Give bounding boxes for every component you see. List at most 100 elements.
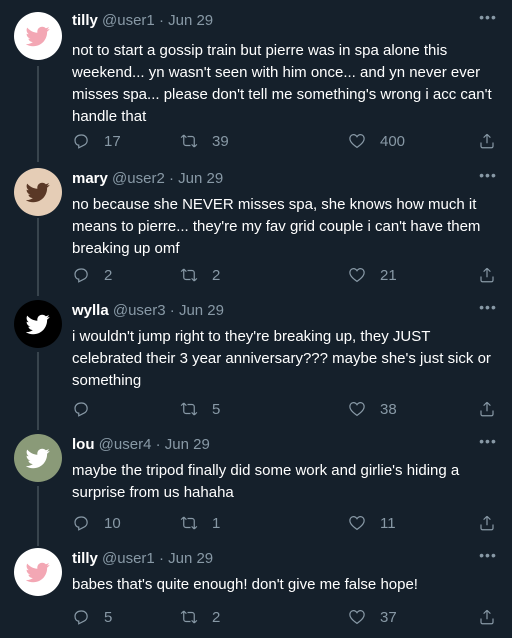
share-icon [480,133,494,149]
separator: · [168,170,174,187]
avatar[interactable] [14,12,62,60]
user-handle[interactable]: @user2 [112,170,165,187]
reply-button[interactable]: 5 [72,606,112,628]
like-count: 37 [380,608,397,626]
retweet-count: 5 [212,400,221,418]
bird-icon [26,26,50,47]
user-handle[interactable]: @user3 [113,302,166,319]
tweet-text: i wouldn't jump right to they're breakin… [72,328,491,389]
tweet-actions: 5 2 37 [72,606,504,628]
tweet-actions: 17 39 400 [72,130,504,152]
tweet-date[interactable]: Jun 29 [165,436,210,453]
reply-count: 5 [104,608,113,626]
retweet-count: 2 [212,608,221,626]
reply-button[interactable]: 17 [72,130,121,152]
avatar[interactable] [14,548,62,596]
reply-icon [74,610,88,625]
avatar[interactable] [14,434,62,482]
reply-button[interactable]: 2 [72,264,112,286]
tweet[interactable]: tilly @user1 · Jun 29 ••• not to start a… [0,0,512,162]
retweet-button[interactable]: 2 [180,264,220,286]
like-button[interactable]: 21 [348,264,397,286]
reply-icon [74,134,88,149]
tweet-actions: 5 38 [72,398,504,420]
tweet-header: lou @user4 · Jun 29 [72,435,210,455]
reply-icon [74,268,88,283]
tweet[interactable]: tilly @user1 · Jun 29 ••• babes that's q… [0,542,512,638]
display-name[interactable]: tilly [72,550,98,567]
user-handle[interactable]: @user1 [102,550,155,567]
reply-button[interactable]: 10 [72,512,121,534]
retweet-button[interactable]: 2 [180,606,220,628]
tweet-actions: 2 2 21 [72,264,504,286]
retweet-button[interactable]: 1 [180,512,220,534]
like-count: 11 [380,514,396,532]
more-options-icon[interactable]: ••• [478,548,498,570]
bird-icon [26,182,50,203]
tweet-header: tilly @user1 · Jun 29 [72,11,213,31]
retweet-icon [180,610,198,624]
tweet-date[interactable]: Jun 29 [178,170,223,187]
reply-count: 2 [104,266,113,284]
tweet-text: maybe the tripod finally did some work a… [72,462,460,501]
more-options-icon[interactable]: ••• [478,300,498,322]
bird-icon [26,314,50,335]
tweet-text: not to start a gossip train but pierre w… [72,42,492,125]
tweet[interactable]: mary @user2 · Jun 29 ••• no because she … [0,160,512,292]
avatar[interactable] [14,168,62,216]
share-icon [480,609,494,625]
more-options-icon[interactable]: ••• [478,168,498,190]
share-button[interactable] [478,606,496,628]
reply-icon [74,516,88,531]
tweet-date[interactable]: Jun 29 [179,302,224,319]
retweet-icon [180,516,198,530]
more-options-icon[interactable]: ••• [478,434,498,456]
bird-icon [26,448,50,469]
share-button[interactable] [478,130,496,152]
heart-icon [349,516,365,531]
separator: · [158,12,164,29]
heart-icon [349,610,365,625]
tweet-header: wylla @user3 · Jun 29 [72,301,224,321]
display-name[interactable]: wylla [72,302,109,319]
share-icon [480,401,494,417]
like-button[interactable]: 37 [348,606,397,628]
tweet[interactable]: lou @user4 · Jun 29 ••• maybe the tripod… [0,428,512,540]
retweet-button[interactable]: 39 [180,130,229,152]
like-button[interactable]: 38 [348,398,397,420]
retweet-icon [180,402,198,416]
display-name[interactable]: tilly [72,12,98,29]
tweet-actions: 10 1 11 [72,512,504,534]
like-count: 21 [380,266,397,284]
share-icon [480,267,494,283]
share-button[interactable] [478,512,496,534]
reply-count: 10 [104,514,121,532]
like-button[interactable]: 400 [348,130,405,152]
display-name[interactable]: mary [72,170,108,187]
tweet[interactable]: wylla @user3 · Jun 29 ••• i wouldn't jum… [0,294,512,426]
user-handle[interactable]: @user1 [102,12,155,29]
retweet-icon [180,268,198,282]
share-button[interactable] [478,398,496,420]
like-button[interactable]: 11 [348,512,396,534]
more-options-icon[interactable]: ••• [478,10,498,32]
reply-button[interactable] [72,398,104,420]
reply-icon [74,402,88,417]
separator: · [169,302,175,319]
retweet-button[interactable]: 5 [180,398,220,420]
heart-icon [349,402,365,417]
tweet-date[interactable]: Jun 29 [168,550,213,567]
tweet-text: babes that's quite enough! don't give me… [72,576,418,593]
tweet-text: no because she NEVER misses spa, she kno… [72,196,481,257]
tweet-date[interactable]: Jun 29 [168,12,213,29]
retweet-count: 39 [212,132,229,150]
share-button[interactable] [478,264,496,286]
retweet-count: 2 [212,266,221,284]
bird-icon [26,562,50,583]
retweet-count: 1 [212,514,221,532]
avatar[interactable] [14,300,62,348]
like-count: 38 [380,400,397,418]
display-name[interactable]: lou [72,436,95,453]
user-handle[interactable]: @user4 [99,436,152,453]
like-count: 400 [380,132,406,150]
